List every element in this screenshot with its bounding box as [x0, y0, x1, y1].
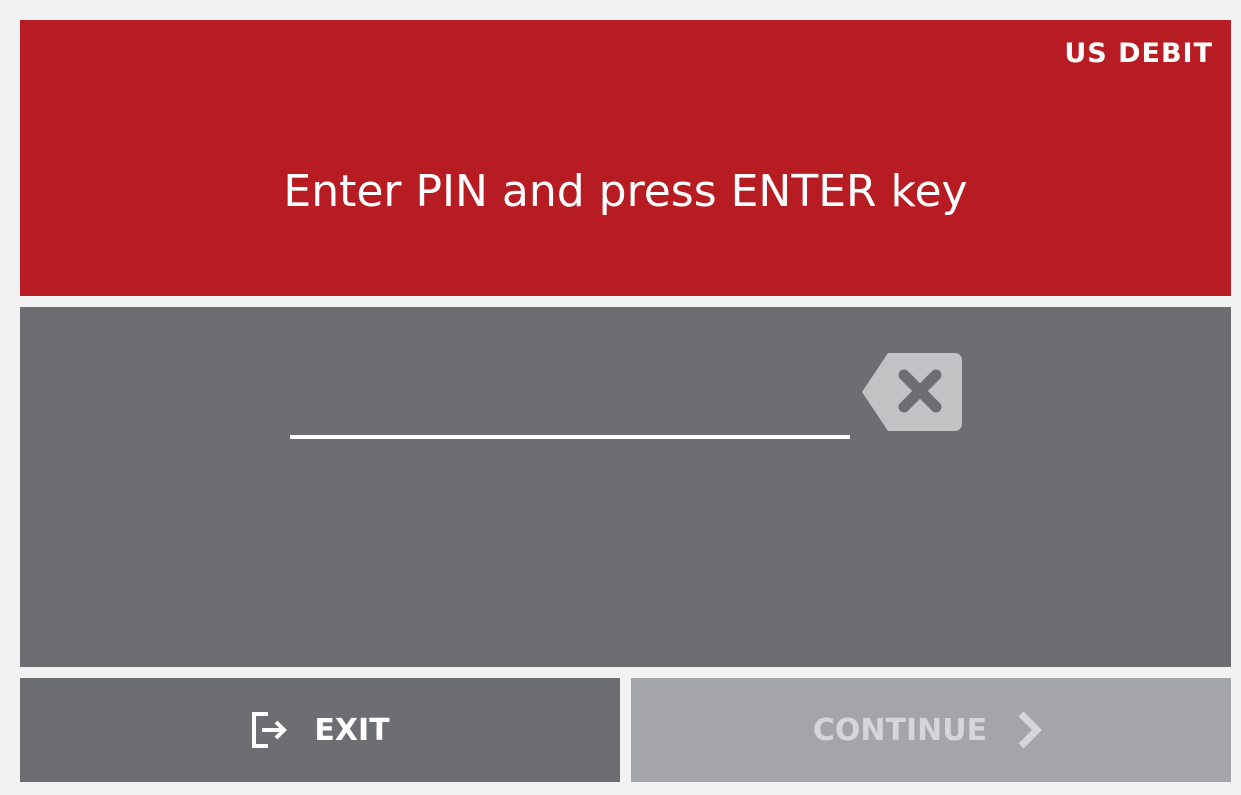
- exit-arrow-icon: [252, 712, 288, 748]
- header-banner: US DEBIT Enter PIN and press ENTER key: [20, 20, 1231, 296]
- chevron-right-icon: [1018, 711, 1043, 749]
- exit-button[interactable]: EXIT: [20, 678, 620, 782]
- card-type-label: US DEBIT: [1064, 38, 1213, 69]
- pin-input[interactable]: [290, 395, 850, 439]
- backspace-clear-icon: [862, 353, 962, 431]
- clear-pin-button[interactable]: [862, 353, 962, 431]
- pin-prompt: Enter PIN and press ENTER key: [283, 166, 968, 217]
- continue-button[interactable]: CONTINUE: [631, 678, 1231, 782]
- continue-label: CONTINUE: [812, 712, 988, 748]
- exit-label: EXIT: [314, 712, 390, 748]
- pin-entry-panel: [20, 307, 1231, 667]
